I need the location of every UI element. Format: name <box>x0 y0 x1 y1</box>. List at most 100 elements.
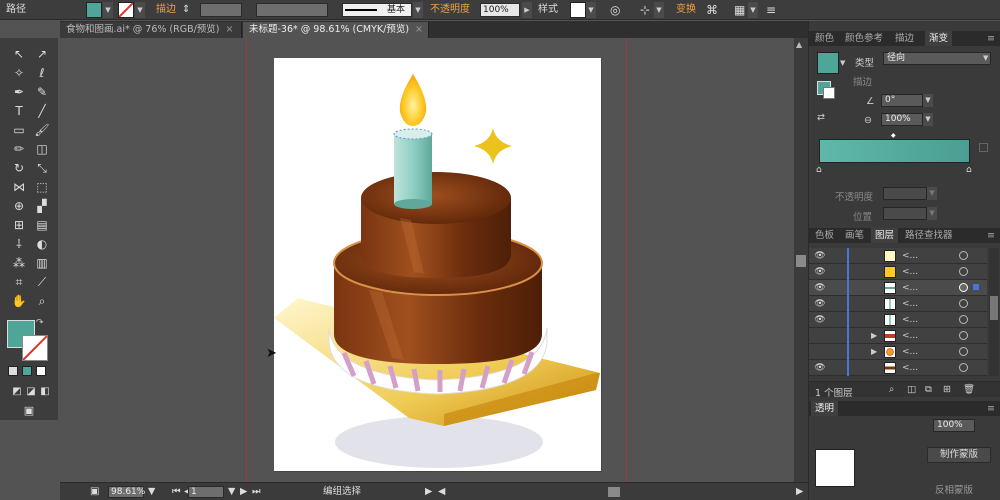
stroke-label[interactable]: 描边 <box>156 3 176 17</box>
visibility-eye-icon[interactable]: 👁 <box>813 312 827 328</box>
style-dropdown-icon[interactable]: ▼ <box>586 2 596 18</box>
tab-gradient[interactable]: 渐变 <box>925 31 953 46</box>
make-clipping-mask-icon[interactable]: ◫ <box>907 384 916 395</box>
tab-brushes[interactable]: 画笔 <box>841 228 868 243</box>
rotate-tool-icon[interactable]: ↻ <box>10 159 28 177</box>
gradient-opacity-field[interactable] <box>883 187 927 200</box>
expand-arrow-icon[interactable]: ▶ <box>871 328 877 344</box>
line-tool-icon[interactable]: ╱ <box>33 102 51 120</box>
locate-object-icon[interactable]: ⌕ <box>889 384 894 395</box>
width-tool-icon[interactable]: ⋈ <box>10 178 28 196</box>
delete-layer-icon[interactable]: 🗑 <box>963 384 975 395</box>
zoom-field[interactable]: 98.61% <box>108 486 145 498</box>
scroll-left-icon[interactable]: ◀ <box>438 486 445 498</box>
layer-name[interactable]: <... <box>902 328 918 344</box>
brush-dropdown-icon[interactable]: ▼ <box>413 2 423 18</box>
color-mode-icon[interactable] <box>8 366 18 376</box>
mask-thumbnail[interactable] <box>815 449 855 487</box>
mesh-tool-icon[interactable]: ⊞ <box>10 216 28 234</box>
reverse-gradient-icon[interactable]: ⇄ <box>817 112 825 123</box>
layer-target-icon[interactable] <box>959 251 968 260</box>
layers-scroll-thumb[interactable] <box>990 296 998 320</box>
gradient-tool-icon[interactable]: ▤ <box>33 216 51 234</box>
gradient-type-dropdown-icon[interactable]: ▼ <box>983 54 988 62</box>
visibility-eye-icon[interactable]: 👁 <box>813 264 827 280</box>
new-sublayer-icon[interactable]: ⧉ <box>925 384 932 395</box>
vertical-scrollbar[interactable]: ▲ <box>794 38 808 482</box>
fill-dropdown-icon[interactable]: ▼ <box>103 2 113 18</box>
align-icon[interactable]: ⊹ <box>640 3 650 17</box>
stroke-color-swatch[interactable] <box>22 335 48 361</box>
artboard-field[interactable]: 1 <box>188 486 224 498</box>
layer-name[interactable]: <... <box>902 296 918 312</box>
direct-selection-tool-icon[interactable]: ↗ <box>33 45 51 63</box>
stroke-stepper-icon[interactable]: ⇕ <box>182 3 190 17</box>
visibility-eye-icon[interactable]: 👁 <box>813 360 827 376</box>
recolor-icon[interactable]: ◎ <box>610 3 620 17</box>
align-dropdown-icon[interactable]: ▼ <box>654 2 664 18</box>
curvature-tool-icon[interactable]: ✎ <box>33 83 51 101</box>
invert-mask-label[interactable]: 反相蒙版 <box>935 482 973 496</box>
layer-row[interactable]: 👁 <... <box>809 248 987 264</box>
lasso-icon[interactable]: ℓ <box>33 64 51 82</box>
layer-name[interactable]: <... <box>902 248 918 264</box>
layer-name[interactable]: <... <box>902 312 918 328</box>
aspect-dropdown-icon[interactable]: ▼ <box>923 113 933 126</box>
gradient-midpoint-icon[interactable]: ◆ <box>891 132 896 139</box>
paintbrush-tool-icon[interactable]: 🖌 <box>33 121 51 139</box>
panel-menu-icon[interactable]: ≡ <box>766 3 776 17</box>
scroll-up-icon[interactable]: ▲ <box>796 40 802 49</box>
layer-row[interactable]: ▶ <... <box>809 328 987 344</box>
tab-document-1[interactable]: 食物和图画.ai* @ 76% (RGB/预览) × <box>60 22 242 38</box>
layer-name[interactable]: <... <box>902 360 918 376</box>
make-mask-button[interactable]: 制作蒙版 <box>927 447 991 463</box>
gradient-slider[interactable] <box>819 139 970 163</box>
swap-colors-icon[interactable]: ↷ <box>36 318 44 328</box>
artboard[interactable] <box>274 58 601 471</box>
horizontal-scroll-thumb[interactable] <box>608 487 620 497</box>
layer-target-icon[interactable] <box>959 347 968 356</box>
variable-width-field[interactable] <box>256 3 328 17</box>
angle-field[interactable]: 0° <box>881 94 923 107</box>
opacity-arrow-icon[interactable]: ▶ <box>522 2 532 18</box>
layer-target-icon[interactable] <box>959 283 968 292</box>
selection-indicator[interactable] <box>973 284 979 290</box>
close-icon[interactable]: × <box>226 24 234 35</box>
layer-row[interactable]: 👁 <... <box>809 280 987 296</box>
zoom-dropdown-icon[interactable]: ▼ <box>148 486 155 498</box>
transparency-opacity-field[interactable]: 100% <box>933 419 975 432</box>
last-artboard-icon[interactable]: ⏭ <box>252 486 261 498</box>
artboard-nav-icon[interactable]: ▣ <box>90 486 99 498</box>
eyedropper-icon[interactable]: ⸸ <box>10 235 28 253</box>
layer-row[interactable]: 👁 <... <box>809 360 987 376</box>
tab-layers[interactable]: 图层 <box>871 228 899 243</box>
brush-field[interactable]: 基本 <box>342 3 412 17</box>
close-icon[interactable]: × <box>415 24 423 35</box>
vertical-scroll-thumb[interactable] <box>796 255 806 267</box>
rectangle-tool-icon[interactable]: ▭ <box>10 121 28 139</box>
status-menu-icon[interactable]: ▶ <box>425 486 432 498</box>
new-layer-icon[interactable]: ⊞ <box>943 384 951 395</box>
canvas[interactable]: ➤ <box>60 38 808 482</box>
opacity-field[interactable]: 100% <box>480 3 520 17</box>
eraser-tool-icon[interactable]: ◫ <box>33 140 51 158</box>
expand-arrow-icon[interactable]: ▶ <box>871 344 877 360</box>
screen-mode-icon[interactable]: ▣ <box>20 402 38 420</box>
perspective-grid-icon[interactable]: ▞ <box>33 197 51 215</box>
style-swatch[interactable] <box>570 2 586 18</box>
layer-name[interactable]: <... <box>902 280 918 296</box>
gradient-preview-dropdown-icon[interactable]: ▼ <box>840 59 845 67</box>
pen-tool-icon[interactable]: ✒ <box>10 83 28 101</box>
none-mode-icon[interactable] <box>36 366 46 376</box>
shape-builder-icon[interactable]: ⊕ <box>10 197 28 215</box>
angle-dropdown-icon[interactable]: ▼ <box>923 94 933 107</box>
gradient-type-field[interactable]: 径向 <box>883 52 991 65</box>
scroll-right-icon[interactable]: ▶ <box>796 486 803 498</box>
layer-target-icon[interactable] <box>959 299 968 308</box>
aspect-ratio-field[interactable]: 100% <box>881 113 923 126</box>
first-artboard-icon[interactable]: ⏮ <box>172 486 181 498</box>
gradient-stop-left-icon[interactable]: ⌂ <box>816 165 822 175</box>
arrange-dropdown-icon[interactable]: ▼ <box>748 2 758 18</box>
gradient-preview-swatch[interactable] <box>817 52 839 74</box>
type-tool-icon[interactable]: T <box>10 102 28 120</box>
